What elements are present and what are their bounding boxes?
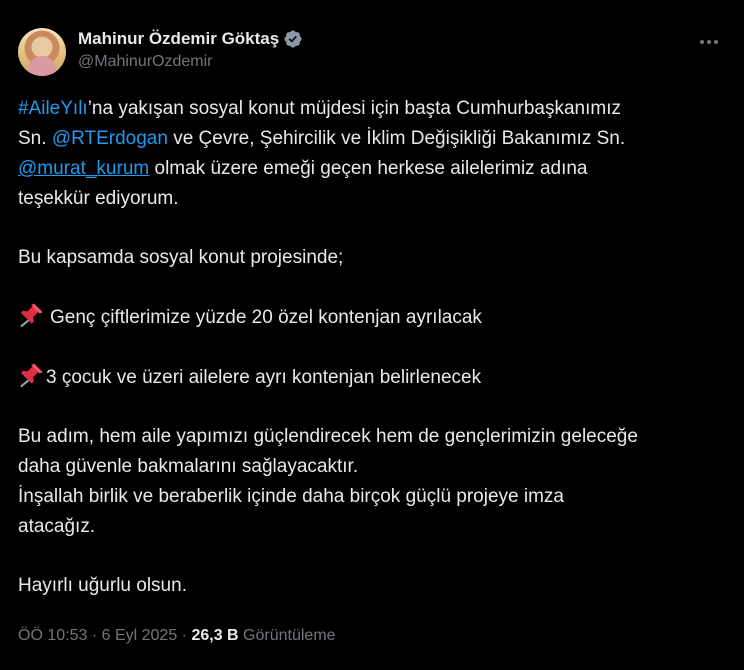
text-line: atacağız. <box>18 516 96 537</box>
bullet-item: Genç çiftlerimize yüzde 20 özel kontenja… <box>18 302 718 333</box>
text-span: olmak üzere emeği geçen herkese aileleri… <box>149 158 588 179</box>
tweet-date[interactable]: 6 Eyl 2025 <box>102 627 178 644</box>
mention-rterdogan[interactable]: @RTErdogan <box>52 128 168 149</box>
more-horizontal-icon[interactable] <box>692 30 726 54</box>
bullet-text: Genç çiftlerimize yüzde 20 özel kontenja… <box>50 307 482 328</box>
pushpin-icon <box>20 303 43 328</box>
tweet-time[interactable]: ÖÖ 10:53 <box>18 627 87 644</box>
meta-separator: · <box>91 627 98 644</box>
display-row: Mahinur Özdemir Göktaş <box>78 28 303 50</box>
mention-murat-kurum[interactable]: @murat_kurum <box>18 158 149 179</box>
text-line: İnşallah birlik ve beraberlik içinde dah… <box>18 486 564 507</box>
author-display-name[interactable]: Mahinur Özdemir Göktaş <box>78 29 279 49</box>
paragraph: Bu kapsamda sosyal konut projesinde; <box>18 247 344 268</box>
author-names: Mahinur Özdemir Göktaş @MahinurOzdemir <box>78 28 303 71</box>
hashtag-link[interactable]: #AileYılı <box>18 98 88 119</box>
text-line: Bu adım, hem aile yapımızı güçlendirecek… <box>18 426 638 447</box>
author-handle[interactable]: @MahinurOzdemir <box>78 53 303 71</box>
text-span: ve Çevre, Şehircilik ve İklim Değişikliğ… <box>167 128 626 149</box>
text-line: teşekkür ediyorum. <box>18 188 179 209</box>
text-span: ’na yakışan sosyal konut müjdesi için ba… <box>87 98 622 119</box>
closing-line: Hayırlı uğurlu olsun. <box>18 575 187 596</box>
text-line: @murat_kurum olmak üzere emeği geçen her… <box>18 154 718 184</box>
tweet: Mahinur Özdemir Göktaş @MahinurOzdemir #… <box>0 0 744 670</box>
tweet-meta: ÖÖ 10:53 · 6 Eyl 2025 · 26,3 B Görüntüle… <box>18 627 336 645</box>
bullet-item: 3 çocuk ve üzeri ailelere ayrı kontenjan… <box>18 362 718 393</box>
text-line: Sn. @RTErdogan ve Çevre, Şehircilik ve İ… <box>18 124 718 154</box>
avatar[interactable] <box>18 28 66 76</box>
views-count[interactable]: 26,3 B <box>191 627 238 644</box>
views-label: Görüntüleme <box>243 627 336 644</box>
tweet-text: #AileYılı’na yakışan sosyal konut müjdes… <box>18 94 718 601</box>
avatar-figure <box>28 56 56 76</box>
meta-separator: · <box>181 627 187 644</box>
pushpin-icon <box>20 363 43 388</box>
text-line: daha güvenle bakmalarını sağlayacaktır. <box>18 456 359 477</box>
verified-badge-icon[interactable] <box>283 29 303 49</box>
text-line: #AileYılı’na yakışan sosyal konut müjdes… <box>18 94 718 124</box>
bullet-text: 3 çocuk ve üzeri ailelere ayrı kontenjan… <box>46 367 482 388</box>
tweet-header: Mahinur Özdemir Göktaş @MahinurOzdemir <box>18 24 726 80</box>
text-span: Sn. <box>18 128 52 149</box>
